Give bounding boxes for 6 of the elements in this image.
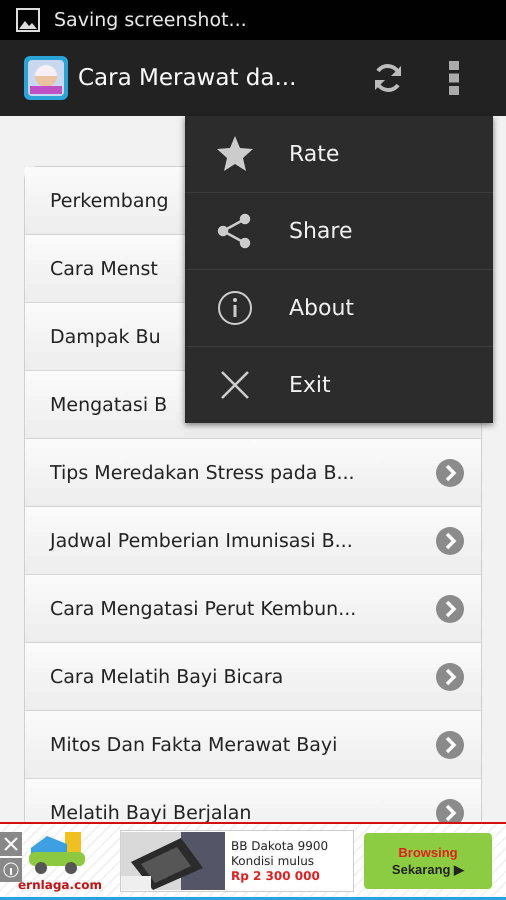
brand-text: ernlaga.com	[18, 878, 102, 892]
product-name: BB Dakota 9900	[231, 838, 328, 852]
app-title: Cara Merawat da...	[78, 65, 298, 91]
notification-text: Saving screenshot...	[54, 9, 247, 31]
product-condition: Kondisi mulus	[231, 854, 316, 868]
product-price: Rp 2 300 000	[231, 868, 321, 882]
